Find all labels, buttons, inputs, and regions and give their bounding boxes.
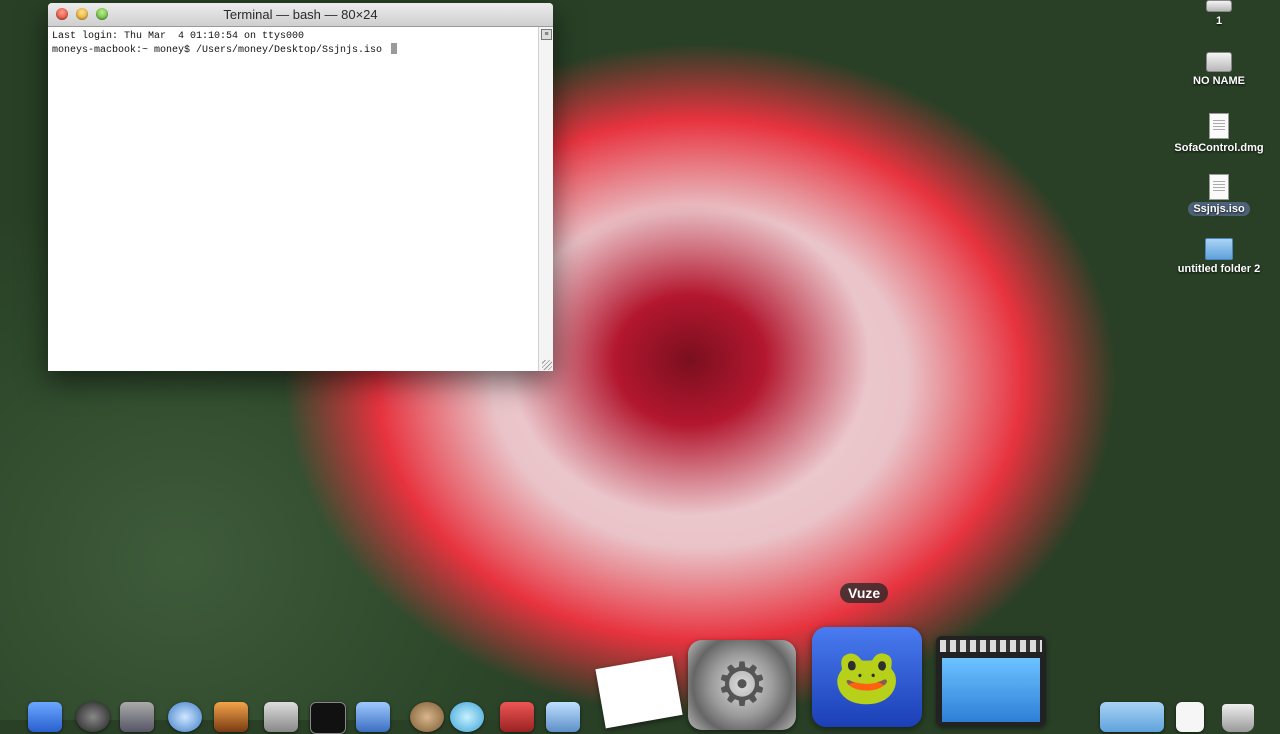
dock-dashboard-icon[interactable]: [76, 702, 110, 732]
desktop-icon-label: untitled folder 2: [1177, 263, 1261, 275]
dock-document-icon[interactable]: [1176, 702, 1204, 732]
dock-tooltip: Vuze: [840, 583, 889, 603]
resize-handle[interactable]: [542, 360, 552, 370]
dock-finder-icon[interactable]: [28, 702, 62, 732]
desktop-icon-label: Ssjnjs.iso: [1188, 202, 1250, 216]
dock-mail-icon[interactable]: [120, 702, 154, 732]
drive-icon: [1206, 0, 1232, 12]
terminal-line: Last login: Thu Mar 4 01:10:54 on ttys00…: [52, 31, 305, 42]
dock-iphoto-icon[interactable]: [214, 702, 248, 732]
dock-screen-icon[interactable]: [936, 636, 1046, 726]
desktop-icon-sofacontrol[interactable]: SofaControl.dmg: [1164, 113, 1274, 154]
dock-app-icon[interactable]: [410, 702, 444, 732]
dock-trash-icon[interactable]: [1222, 704, 1254, 732]
dock-star-icon[interactable]: [264, 702, 298, 732]
dock-app-icon[interactable]: [356, 702, 390, 732]
desktop-icon-untitled-folder[interactable]: untitled folder 2: [1164, 238, 1274, 275]
terminal-window[interactable]: Terminal — bash — 80×24 Last login: Thu …: [48, 3, 553, 371]
desktop-icon-label: NO NAME: [1193, 75, 1245, 87]
dock-safari-icon[interactable]: [168, 702, 202, 732]
dock-app-icon[interactable]: [546, 702, 580, 732]
folder-icon: [1205, 238, 1233, 260]
disk-image-icon: [1209, 113, 1229, 139]
window-title: Terminal — bash — 80×24: [223, 7, 378, 22]
terminal-command: moneys-macbook:~ money$ /Users/money/Des…: [52, 45, 389, 56]
text-cursor: [391, 43, 398, 54]
desktop-icon-1[interactable]: 1: [1164, 0, 1274, 27]
dock-folder-icon[interactable]: [1100, 702, 1164, 732]
drive-icon: [1206, 52, 1232, 72]
dock-textedit-icon[interactable]: [595, 655, 683, 729]
dock-app-icon[interactable]: [500, 702, 534, 732]
desktop-icon-label: SofaControl.dmg: [1174, 142, 1264, 154]
terminal-scrollbar[interactable]: ≡: [538, 27, 553, 371]
dock-system-preferences-icon[interactable]: ⚙: [688, 640, 796, 730]
iso-file-icon: [1209, 174, 1229, 200]
terminal-output[interactable]: Last login: Thu Mar 4 01:10:54 on ttys00…: [48, 27, 539, 371]
dock-vuze-icon[interactable]: 🐸: [812, 627, 922, 727]
dock-terminal-icon[interactable]: [310, 702, 346, 734]
desktop-icon-label: 1: [1215, 15, 1223, 27]
desktop-icon-no-name[interactable]: NO NAME: [1164, 52, 1274, 87]
terminal-prompt-line[interactable]: moneys-macbook:~ money$ /Users/money/Des…: [52, 43, 535, 57]
dock-itunes-icon[interactable]: [450, 702, 484, 732]
terminal-titlebar[interactable]: Terminal — bash — 80×24: [48, 3, 553, 27]
desktop-icon-ssjnjs[interactable]: Ssjnjs.iso: [1164, 174, 1274, 216]
split-pane-icon[interactable]: ≡: [541, 29, 552, 40]
